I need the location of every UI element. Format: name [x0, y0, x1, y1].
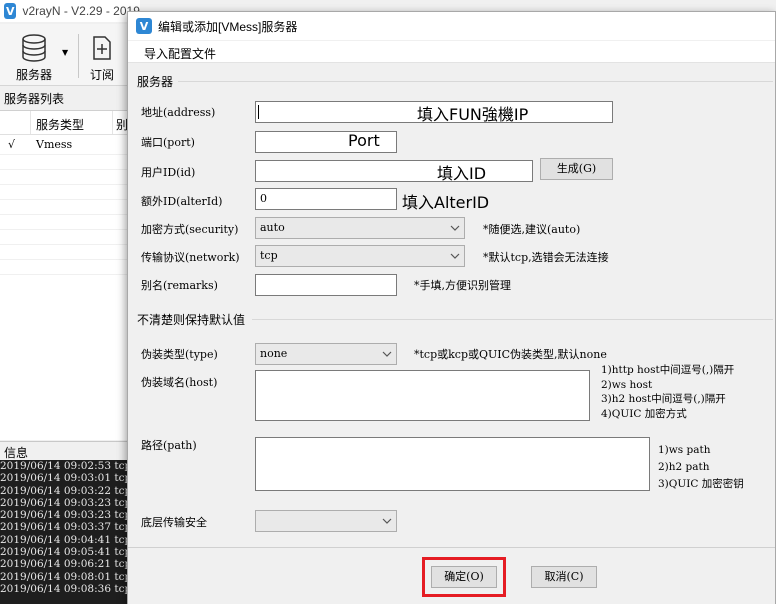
address-label: 地址(address) [141, 106, 216, 119]
chevron-down-icon [450, 253, 460, 259]
security-hint: *随便选,建议(auto) [483, 223, 581, 236]
remarks-label: 别名(remarks) [141, 279, 218, 292]
camouflage-type-value: none [260, 347, 288, 360]
camouflage-type-select[interactable]: none [255, 343, 397, 365]
remarks-input[interactable] [255, 274, 397, 296]
cancel-button[interactable]: 取消(C) [531, 566, 597, 588]
menu-import-config[interactable]: 导入配置文件 [144, 45, 216, 62]
security-value: auto [260, 221, 285, 234]
log-line: 2019/06/14 09:02:53 tcp:12 [0, 460, 128, 472]
main-title-bar: V v2rayN - V2.29 - 2019/05/15 [0, 0, 140, 22]
path-hint-line: 1)ws path [658, 444, 711, 456]
host-hint-line: 2)ws host [601, 378, 653, 391]
remarks-hint: *手填,方便识别管理 [414, 279, 511, 292]
id-label: 用户ID(id) [141, 166, 196, 179]
alter-id-input[interactable]: 0 [255, 188, 397, 210]
path-input[interactable] [255, 437, 650, 491]
log-line: 2019/06/14 09:04:41 tcp:12 [0, 533, 128, 546]
server-list-title: 服务器列表 [4, 92, 65, 106]
v2rayn-logo-icon: V [136, 18, 152, 34]
dialog-menu-bar: 导入配置文件 [128, 41, 775, 63]
log-line: 2019/06/14 09:03:37 tcp:12 [0, 521, 128, 534]
security-label: 加密方式(security) [141, 223, 239, 236]
main-window-title: v2rayN - V2.29 - 2019/05/15 [22, 4, 140, 18]
alter-id-label: 额外ID(alterId) [141, 195, 223, 208]
subscribe-toolbar-button[interactable]: 订阅 [76, 32, 128, 83]
alter-id-value: 0 [260, 192, 267, 205]
main-toolbar: 服务器 ▼ 订阅 [0, 24, 140, 86]
camouflage-type-label: 伪装类型(type) [141, 348, 218, 361]
grid-column-divider [112, 111, 113, 134]
grid-row-type: Vmess [36, 138, 73, 151]
ok-button[interactable]: 确定(O) [431, 566, 497, 588]
path-label: 路径(path) [141, 439, 197, 452]
log-line: 2019/06/14 09:05:41 tcp:12 [0, 546, 128, 559]
edit-server-dialog: V 编辑或添加[VMess]服务器 导入配置文件 服务器 地址(address)… [127, 11, 776, 604]
subscribe-toolbar-label: 订阅 [89, 68, 114, 82]
server-group-title: 服务器 [137, 75, 174, 89]
chevron-down-icon[interactable]: ▼ [62, 48, 68, 57]
chevron-down-icon [382, 518, 392, 524]
grid-header: 服务类型 别 [0, 111, 140, 135]
log-line: 2019/06/14 09:03:23 tcp:12 [0, 496, 128, 509]
table-row[interactable]: √ Vmess [0, 135, 140, 155]
network-value: tcp [260, 249, 278, 262]
grid-column-divider [30, 111, 31, 134]
security-select[interactable]: auto [255, 217, 465, 239]
chevron-down-icon [382, 351, 392, 357]
host-hint-line: 1)http host中间逗号(,)隔开 [601, 364, 735, 376]
log-line: 2019/06/14 09:03:22 tcp:12 [0, 484, 128, 497]
log-line: 2019/06/14 09:03:01 tcp:12 [0, 472, 128, 485]
address-input[interactable]: 填入FUN強機IP [255, 101, 613, 124]
generate-id-button[interactable]: 生成(G) [540, 158, 613, 180]
network-label: 传输协议(network) [141, 251, 240, 264]
path-hint-line: 2)h2 path [658, 461, 710, 473]
port-annotation: Port [348, 131, 380, 150]
advanced-group-title: 不清楚则保持默认值 [137, 313, 246, 327]
path-hints: 1)ws path 2)h2 path 3)QUIC 加密密钥 [658, 442, 744, 493]
port-label: 端口(port) [141, 136, 195, 149]
dialog-title: 编辑或添加[VMess]服务器 [158, 19, 298, 34]
host-hint-line: 3)h2 host中间逗号(,)隔开 [601, 393, 726, 405]
log-line: 2019/06/14 09:06:21 tcp:12 [0, 558, 128, 571]
tls-label: 底层传输安全 [141, 516, 207, 529]
group-divider [178, 81, 773, 82]
log-panel: 2019/06/14 09:02:53 tcp:12 2019/06/14 09… [0, 460, 128, 604]
chevron-down-icon [450, 225, 460, 231]
id-annotation: 填入ID [437, 164, 487, 183]
text-cursor [258, 105, 259, 119]
port-input[interactable]: Port [255, 131, 397, 153]
v2rayn-logo-icon: V [4, 3, 17, 19]
camouflage-host-input[interactable] [255, 370, 590, 421]
grid-row-check: √ [8, 138, 16, 151]
camouflage-type-hint: *tcp或kcp或QUIC伪装类型,默认none [414, 348, 607, 361]
camouflage-host-label: 伪装域名(host) [141, 376, 218, 389]
add-document-icon [76, 32, 128, 62]
log-line: 2019/06/14 09:03:23 tcp:12 [0, 509, 128, 522]
grid-header-type[interactable]: 服务类型 [36, 116, 84, 133]
host-hint-line: 4)QUIC 加密方式 [601, 407, 687, 420]
group-divider [252, 319, 773, 320]
servers-toolbar-button[interactable]: 服务器 [8, 32, 60, 83]
servers-toolbar-label: 服务器 [15, 68, 52, 82]
database-icon [8, 32, 60, 62]
server-list-grid[interactable]: 服务类型 别 √ Vmess [0, 110, 140, 440]
network-hint: *默认tcp,选错会无法连接 [483, 251, 609, 264]
info-panel-title: 信息 [0, 441, 140, 460]
network-select[interactable]: tcp [255, 245, 465, 267]
log-line: 2019/06/14 09:08:01 tcp:12 [0, 570, 128, 583]
tls-select[interactable] [255, 510, 397, 532]
camouflage-host-hints: 1)http host中间逗号(,)隔开 2)ws host 3)h2 host… [601, 363, 734, 421]
path-hint-line: 3)QUIC 加密密钥 [658, 478, 744, 490]
dialog-title-bar: V 编辑或添加[VMess]服务器 [128, 12, 775, 40]
id-input[interactable]: 填入ID [255, 160, 533, 183]
alter-id-annotation: 填入AlterID [402, 193, 490, 212]
log-line: 2019/06/14 09:08:36 tcp:12 [0, 582, 128, 595]
main-window: V v2rayN - V2.29 - 2019/05/15 服务器 ▼ [0, 0, 140, 604]
address-annotation: 填入FUN強機IP [417, 105, 529, 124]
